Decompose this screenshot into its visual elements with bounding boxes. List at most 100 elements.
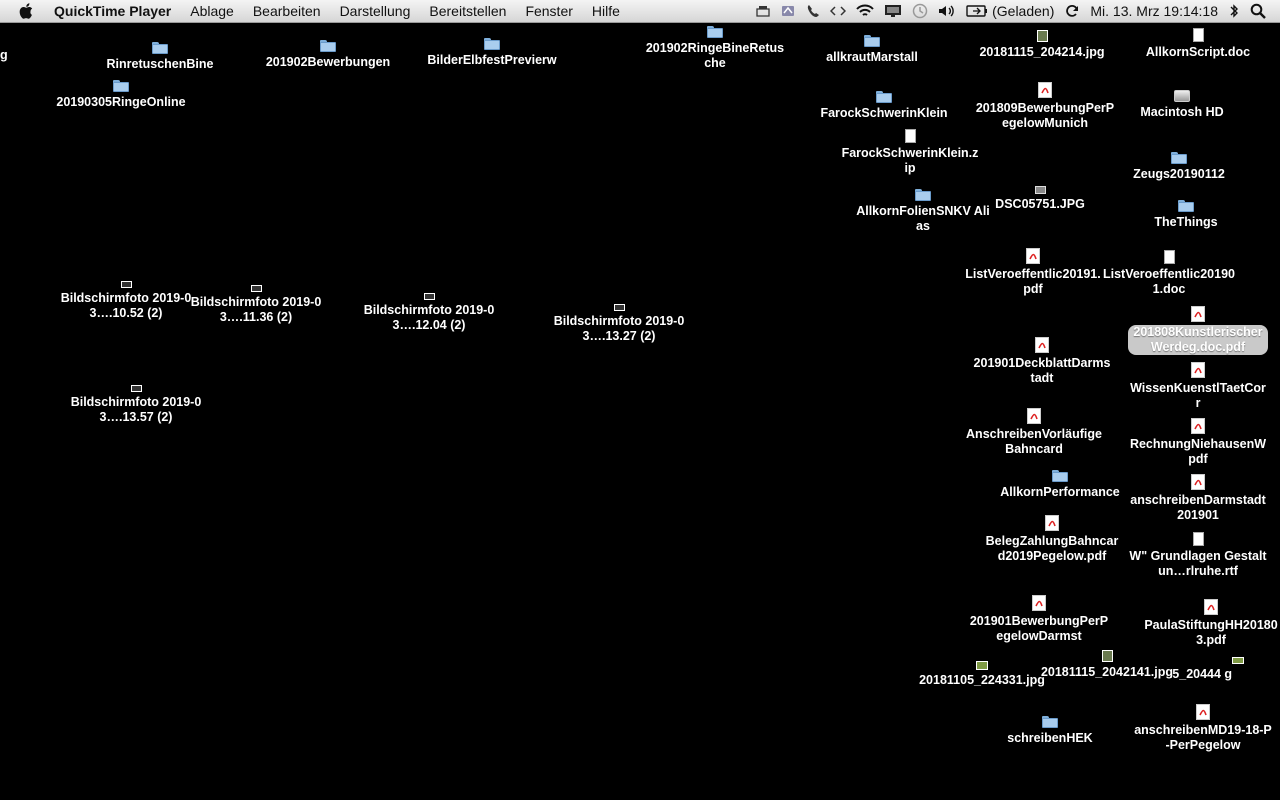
pdf-icon bbox=[1191, 306, 1205, 322]
phone-icon[interactable] bbox=[806, 4, 820, 18]
image-icon bbox=[1232, 650, 1244, 664]
alias-folder-icon bbox=[915, 187, 931, 201]
status-area: (Geladen) Mi. 13. Mrz 19:14:18 bbox=[756, 0, 1280, 22]
desktop-item[interactable]: anschreibenMD19-18-P-PerPegelow bbox=[1133, 704, 1273, 753]
doc-icon bbox=[1192, 28, 1204, 42]
desktop-item[interactable]: 201901BewerbungPerPegelowDarmst bbox=[969, 595, 1109, 644]
menu-darstellung[interactable]: Darstellung bbox=[340, 3, 411, 19]
image-icon bbox=[1101, 648, 1113, 662]
clock[interactable]: Mi. 13. Mrz 19:14:18 bbox=[1090, 3, 1218, 19]
item-label: ListVeroeffentlic201901.doc bbox=[1102, 267, 1235, 296]
desktop-item[interactable]: 201901DeckblattDarmstadt bbox=[972, 337, 1112, 386]
desktop-item[interactable]: Bildschirmfoto 2019-03….13.57 (2) bbox=[66, 378, 206, 425]
item-label: 20181115_20444 g bbox=[1170, 667, 1233, 681]
menu-bearbeiten[interactable]: Bearbeiten bbox=[253, 3, 321, 19]
desktop-item[interactable]: anschreibenDarmstadt201901 bbox=[1128, 474, 1268, 523]
desktop-item[interactable]: DSC05751.JPG bbox=[970, 180, 1110, 212]
desktop-item[interactable]: AllkornScript.doc bbox=[1128, 28, 1268, 60]
desktop-item[interactable]: 201808KunstlerischerWerdeg.doc.pdf bbox=[1128, 306, 1268, 355]
menu-hilfe[interactable]: Hilfe bbox=[592, 3, 620, 19]
desktop-item[interactable]: schreibenHEK bbox=[980, 714, 1120, 746]
battery-icon[interactable]: (Geladen) bbox=[966, 3, 1054, 19]
desktop-item[interactable]: Macintosh HD bbox=[1112, 88, 1252, 120]
folder-icon bbox=[152, 40, 168, 54]
folder-icon bbox=[1052, 468, 1068, 482]
mail-tray-icon[interactable] bbox=[756, 4, 770, 18]
time-machine-icon[interactable] bbox=[912, 3, 928, 19]
desktop-item[interactable]: W" Grundlagen Gestaltun…rlruhe.rtf bbox=[1128, 532, 1268, 579]
desktop-item[interactable]: AnschreibenVorläufigeBahncard bbox=[964, 408, 1104, 457]
item-label: W" Grundlagen Gestaltun…rlruhe.rtf bbox=[1129, 549, 1267, 578]
image-icon bbox=[976, 656, 988, 670]
item-label: 201902Bewerbungen bbox=[265, 55, 391, 69]
display-icon[interactable] bbox=[884, 4, 902, 18]
desktop-item[interactable]: 20181105_224331.jpg bbox=[912, 656, 1052, 688]
desktop-item[interactable]: ListVeroeffentlic20191.pdf bbox=[963, 248, 1103, 297]
volume-icon[interactable] bbox=[938, 4, 956, 18]
folder-icon bbox=[864, 33, 880, 47]
item-label: Macintosh HD bbox=[1140, 105, 1224, 119]
sync-icon[interactable] bbox=[1064, 3, 1080, 19]
screenshot-icon bbox=[130, 378, 142, 392]
item-label: AnschreibenVorläufigeBahncard bbox=[966, 427, 1102, 456]
desktop-item[interactable]: RinretuschenBine bbox=[90, 40, 230, 72]
pdf-icon bbox=[1204, 599, 1218, 615]
wifi-icon[interactable] bbox=[856, 4, 874, 18]
desktop-item[interactable]: 201902Bewerbungen bbox=[258, 38, 398, 70]
desktop-item[interactable]: WissenKuenstlTaetCorr bbox=[1128, 362, 1268, 411]
desktop-item[interactable]: Bildschirmfoto 2019-03….11.36 (2) bbox=[186, 278, 326, 325]
zip-icon bbox=[904, 129, 916, 143]
desktop-item[interactable]: 20190305RingeOnline bbox=[51, 78, 191, 110]
screenshot-icon bbox=[250, 278, 262, 292]
apple-menu-icon[interactable] bbox=[16, 0, 38, 22]
item-label: 201809BewerbungPerPegelowMunich bbox=[975, 101, 1115, 130]
desktop-item[interactable]: ListVeroeffentlic201901.doc bbox=[1099, 250, 1239, 297]
desktop-item[interactable]: Zeugs20190112 bbox=[1109, 150, 1249, 182]
menu-bar: QuickTime Player Ablage Bearbeiten Darst… bbox=[0, 0, 1280, 23]
desktop-item[interactable]: allkrautMarstall bbox=[802, 33, 942, 65]
desktop-item[interactable]: FarockSchwerinKlein bbox=[814, 89, 954, 121]
desktop-item[interactable]: TheThings bbox=[1116, 198, 1256, 230]
folder-icon bbox=[113, 78, 129, 92]
item-label: WissenKuenstlTaetCorr bbox=[1130, 381, 1266, 410]
tools-icon[interactable] bbox=[780, 3, 796, 19]
desktop-item[interactable]: RechnungNiehausenW pdf bbox=[1128, 418, 1268, 467]
desktop-item[interactable]: 20181115_20444 g bbox=[1170, 650, 1250, 682]
folder-icon bbox=[1171, 150, 1187, 164]
desktop-item[interactable]: FarockSchwerinKlein.zip bbox=[840, 129, 980, 176]
folder-icon bbox=[1178, 198, 1194, 212]
spotlight-search-icon[interactable] bbox=[1250, 3, 1266, 19]
desktop-item[interactable]: Bildschirmfoto 2019-03….12.04 (2) bbox=[359, 286, 499, 333]
item-label: ListVeroeffentlic20191.pdf bbox=[965, 267, 1101, 296]
menu-bereitstellen[interactable]: Bereitstellen bbox=[429, 3, 506, 19]
pdf-icon bbox=[1026, 248, 1040, 264]
desktop-item[interactable]: 20181115_204214.jpg bbox=[972, 28, 1112, 60]
desktop-item[interactable]: 201902RingeBineRetusche bbox=[645, 24, 785, 71]
desktop-item[interactable]: Bildschirmfoto 2019-03….13.27 (2) bbox=[549, 297, 689, 344]
bluetooth-icon[interactable] bbox=[1228, 3, 1240, 19]
hard-drive-icon bbox=[1174, 88, 1190, 102]
item-label: 201901DeckblattDarmstadt bbox=[973, 356, 1111, 385]
desktop-item[interactable]: BelegZahlungBahncard2019Pegelow.pdf bbox=[982, 515, 1122, 564]
item-label: PaulaStiftungHH201803.pdf bbox=[1144, 618, 1278, 647]
item-label: schreibenHEK bbox=[1007, 731, 1093, 745]
app-name-menu[interactable]: QuickTime Player bbox=[54, 3, 171, 19]
desktop-item[interactable]: 20181115_2042141.jpg bbox=[1037, 648, 1177, 680]
item-label: RinretuschenBine bbox=[106, 57, 214, 71]
pdf-icon bbox=[1045, 515, 1059, 531]
menu-ablage[interactable]: Ablage bbox=[190, 3, 234, 19]
item-label: BilderElbfestPrevierw bbox=[427, 53, 557, 67]
screenshot-icon bbox=[613, 297, 625, 311]
desktop-item[interactable]: AllkornPerformance bbox=[990, 468, 1130, 500]
desktop-item[interactable]: PaulaStiftungHH201803.pdf bbox=[1141, 599, 1280, 648]
desktop-item[interactable]: 201809BewerbungPerPegelowMunich bbox=[975, 82, 1115, 131]
image-icon bbox=[1034, 180, 1046, 194]
item-label: 20181115_204214.jpg bbox=[979, 45, 1105, 59]
image-icon bbox=[1036, 28, 1048, 42]
code-arrows-icon[interactable] bbox=[830, 5, 847, 17]
desktop-item[interactable]: BilderElbfestPrevierw bbox=[422, 36, 562, 68]
menu-fenster[interactable]: Fenster bbox=[525, 3, 572, 19]
pdf-icon bbox=[1035, 337, 1049, 353]
item-label: BelegZahlungBahncard2019Pegelow.pdf bbox=[985, 534, 1119, 563]
desktop-item[interactable]: Bildschirmfoto 2019-03….10.52 (2) bbox=[56, 274, 196, 321]
